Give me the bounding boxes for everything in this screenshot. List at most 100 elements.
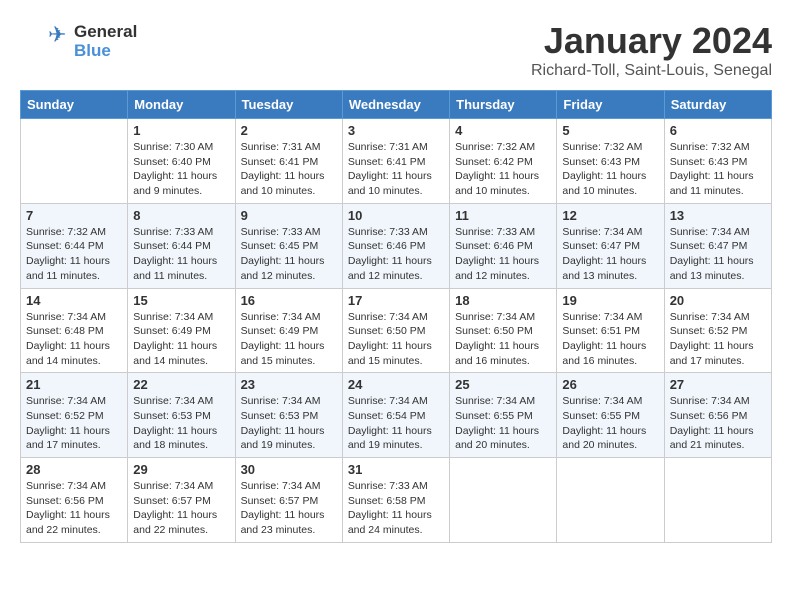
day-number: 16 — [241, 293, 337, 308]
calendar-cell: 11 Sunrise: 7:33 AMSunset: 6:46 PMDaylig… — [450, 203, 557, 288]
cell-info: Sunrise: 7:34 AMSunset: 6:56 PMDaylight:… — [670, 395, 754, 451]
logo-blue: Blue — [74, 42, 137, 61]
calendar-cell: 30 Sunrise: 7:34 AMSunset: 6:57 PMDaylig… — [235, 458, 342, 543]
weekday-header-row: SundayMondayTuesdayWednesdayThursdayFrid… — [21, 91, 772, 119]
cell-info: Sunrise: 7:34 AMSunset: 6:56 PMDaylight:… — [26, 480, 110, 536]
weekday-header-tuesday: Tuesday — [235, 91, 342, 119]
calendar-subtitle: Richard-Toll, Saint-Louis, Senegal — [531, 62, 772, 80]
calendar-week-row: 14 Sunrise: 7:34 AMSunset: 6:48 PMDaylig… — [21, 288, 772, 373]
day-number: 23 — [241, 377, 337, 392]
day-number: 8 — [133, 208, 229, 223]
cell-info: Sunrise: 7:34 AMSunset: 6:47 PMDaylight:… — [670, 226, 754, 282]
logo-general: General — [74, 23, 137, 42]
day-number: 4 — [455, 123, 551, 138]
cell-info: Sunrise: 7:32 AMSunset: 6:42 PMDaylight:… — [455, 141, 539, 197]
calendar-cell: 23 Sunrise: 7:34 AMSunset: 6:53 PMDaylig… — [235, 373, 342, 458]
calendar-cell — [557, 458, 664, 543]
day-number: 10 — [348, 208, 444, 223]
day-number: 26 — [562, 377, 658, 392]
calendar-cell: 29 Sunrise: 7:34 AMSunset: 6:57 PMDaylig… — [128, 458, 235, 543]
calendar-cell: 9 Sunrise: 7:33 AMSunset: 6:45 PMDayligh… — [235, 203, 342, 288]
day-number: 30 — [241, 462, 337, 477]
cell-info: Sunrise: 7:32 AMSunset: 6:43 PMDaylight:… — [670, 141, 754, 197]
cell-info: Sunrise: 7:34 AMSunset: 6:55 PMDaylight:… — [562, 395, 646, 451]
weekday-header-saturday: Saturday — [664, 91, 771, 119]
calendar-cell: 10 Sunrise: 7:33 AMSunset: 6:46 PMDaylig… — [342, 203, 449, 288]
calendar-cell: 19 Sunrise: 7:34 AMSunset: 6:51 PMDaylig… — [557, 288, 664, 373]
calendar-cell — [450, 458, 557, 543]
cell-info: Sunrise: 7:34 AMSunset: 6:55 PMDaylight:… — [455, 395, 539, 451]
calendar-cell: 20 Sunrise: 7:34 AMSunset: 6:52 PMDaylig… — [664, 288, 771, 373]
weekday-header-friday: Friday — [557, 91, 664, 119]
weekday-header-wednesday: Wednesday — [342, 91, 449, 119]
calendar-cell: 15 Sunrise: 7:34 AMSunset: 6:49 PMDaylig… — [128, 288, 235, 373]
page-header: ✈ General Blue January 2024 Richard-Toll… — [20, 20, 772, 80]
cell-info: Sunrise: 7:34 AMSunset: 6:53 PMDaylight:… — [241, 395, 325, 451]
cell-info: Sunrise: 7:34 AMSunset: 6:52 PMDaylight:… — [670, 311, 754, 367]
cell-info: Sunrise: 7:32 AMSunset: 6:43 PMDaylight:… — [562, 141, 646, 197]
day-number: 29 — [133, 462, 229, 477]
day-number: 25 — [455, 377, 551, 392]
calendar-cell: 21 Sunrise: 7:34 AMSunset: 6:52 PMDaylig… — [21, 373, 128, 458]
day-number: 21 — [26, 377, 122, 392]
calendar-cell: 14 Sunrise: 7:34 AMSunset: 6:48 PMDaylig… — [21, 288, 128, 373]
calendar-cell: 3 Sunrise: 7:31 AMSunset: 6:41 PMDayligh… — [342, 119, 449, 204]
calendar-cell — [664, 458, 771, 543]
cell-info: Sunrise: 7:33 AMSunset: 6:45 PMDaylight:… — [241, 226, 325, 282]
weekday-header-thursday: Thursday — [450, 91, 557, 119]
cell-info: Sunrise: 7:34 AMSunset: 6:49 PMDaylight:… — [133, 311, 217, 367]
calendar-cell: 2 Sunrise: 7:31 AMSunset: 6:41 PMDayligh… — [235, 119, 342, 204]
day-number: 22 — [133, 377, 229, 392]
cell-info: Sunrise: 7:31 AMSunset: 6:41 PMDaylight:… — [241, 141, 325, 197]
calendar-week-row: 1 Sunrise: 7:30 AMSunset: 6:40 PMDayligh… — [21, 119, 772, 204]
day-number: 1 — [133, 123, 229, 138]
cell-info: Sunrise: 7:34 AMSunset: 6:51 PMDaylight:… — [562, 311, 646, 367]
calendar-week-row: 28 Sunrise: 7:34 AMSunset: 6:56 PMDaylig… — [21, 458, 772, 543]
cell-info: Sunrise: 7:34 AMSunset: 6:50 PMDaylight:… — [348, 311, 432, 367]
calendar-cell: 7 Sunrise: 7:32 AMSunset: 6:44 PMDayligh… — [21, 203, 128, 288]
cell-info: Sunrise: 7:31 AMSunset: 6:41 PMDaylight:… — [348, 141, 432, 197]
calendar-cell: 8 Sunrise: 7:33 AMSunset: 6:44 PMDayligh… — [128, 203, 235, 288]
day-number: 20 — [670, 293, 766, 308]
cell-info: Sunrise: 7:34 AMSunset: 6:47 PMDaylight:… — [562, 226, 646, 282]
day-number: 17 — [348, 293, 444, 308]
cell-info: Sunrise: 7:33 AMSunset: 6:46 PMDaylight:… — [348, 226, 432, 282]
calendar-cell: 31 Sunrise: 7:33 AMSunset: 6:58 PMDaylig… — [342, 458, 449, 543]
calendar-cell: 6 Sunrise: 7:32 AMSunset: 6:43 PMDayligh… — [664, 119, 771, 204]
cell-info: Sunrise: 7:33 AMSunset: 6:58 PMDaylight:… — [348, 480, 432, 536]
day-number: 13 — [670, 208, 766, 223]
day-number: 24 — [348, 377, 444, 392]
cell-info: Sunrise: 7:34 AMSunset: 6:48 PMDaylight:… — [26, 311, 110, 367]
logo: ✈ General Blue — [20, 20, 137, 64]
logo-icon: ✈ — [20, 20, 70, 64]
calendar-cell: 25 Sunrise: 7:34 AMSunset: 6:55 PMDaylig… — [450, 373, 557, 458]
calendar-cell: 16 Sunrise: 7:34 AMSunset: 6:49 PMDaylig… — [235, 288, 342, 373]
calendar-table: SundayMondayTuesdayWednesdayThursdayFrid… — [20, 90, 772, 543]
calendar-cell: 1 Sunrise: 7:30 AMSunset: 6:40 PMDayligh… — [128, 119, 235, 204]
day-number: 9 — [241, 208, 337, 223]
calendar-cell: 18 Sunrise: 7:34 AMSunset: 6:50 PMDaylig… — [450, 288, 557, 373]
day-number: 27 — [670, 377, 766, 392]
day-number: 18 — [455, 293, 551, 308]
calendar-cell: 24 Sunrise: 7:34 AMSunset: 6:54 PMDaylig… — [342, 373, 449, 458]
day-number: 15 — [133, 293, 229, 308]
calendar-cell — [21, 119, 128, 204]
cell-info: Sunrise: 7:33 AMSunset: 6:44 PMDaylight:… — [133, 226, 217, 282]
calendar-week-row: 7 Sunrise: 7:32 AMSunset: 6:44 PMDayligh… — [21, 203, 772, 288]
day-number: 6 — [670, 123, 766, 138]
cell-info: Sunrise: 7:34 AMSunset: 6:50 PMDaylight:… — [455, 311, 539, 367]
calendar-cell: 13 Sunrise: 7:34 AMSunset: 6:47 PMDaylig… — [664, 203, 771, 288]
day-number: 11 — [455, 208, 551, 223]
calendar-cell: 27 Sunrise: 7:34 AMSunset: 6:56 PMDaylig… — [664, 373, 771, 458]
day-number: 19 — [562, 293, 658, 308]
svg-text:✈: ✈ — [48, 22, 66, 47]
calendar-title: January 2024 — [531, 20, 772, 62]
title-block: January 2024 Richard-Toll, Saint-Louis, … — [531, 20, 772, 80]
weekday-header-sunday: Sunday — [21, 91, 128, 119]
weekday-header-monday: Monday — [128, 91, 235, 119]
calendar-cell: 5 Sunrise: 7:32 AMSunset: 6:43 PMDayligh… — [557, 119, 664, 204]
calendar-cell: 28 Sunrise: 7:34 AMSunset: 6:56 PMDaylig… — [21, 458, 128, 543]
calendar-week-row: 21 Sunrise: 7:34 AMSunset: 6:52 PMDaylig… — [21, 373, 772, 458]
cell-info: Sunrise: 7:34 AMSunset: 6:57 PMDaylight:… — [241, 480, 325, 536]
calendar-cell: 22 Sunrise: 7:34 AMSunset: 6:53 PMDaylig… — [128, 373, 235, 458]
